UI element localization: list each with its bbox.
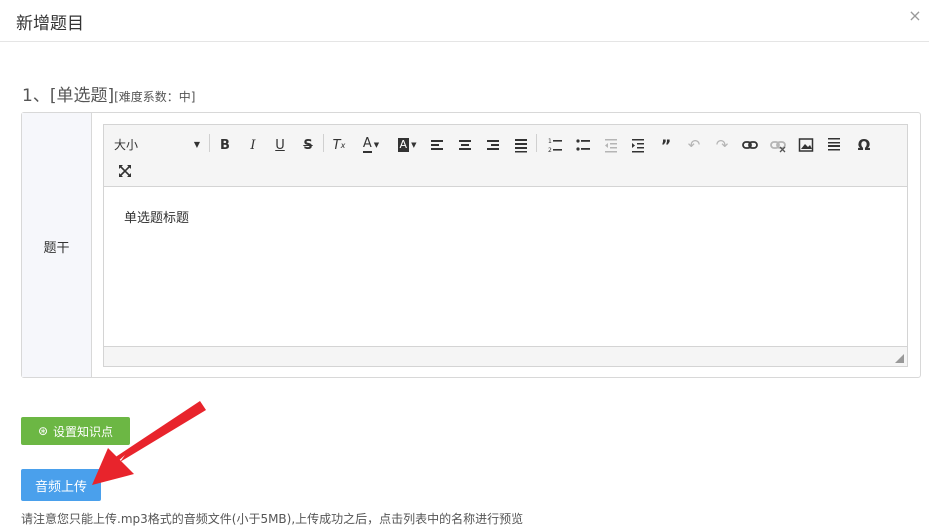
font-size-select[interactable]: 大小 ▼ xyxy=(114,134,204,156)
audio-upload-label: 音频上传 xyxy=(34,479,87,495)
strikethrough-icon[interactable]: S xyxy=(298,134,318,156)
align-left-icon[interactable] xyxy=(429,134,445,156)
image-icon[interactable] xyxy=(798,134,814,156)
indent-icon[interactable] xyxy=(630,134,646,156)
svg-text:2: 2 xyxy=(548,147,552,154)
close-icon[interactable]: × xyxy=(907,8,923,24)
question-stem-form: 题干 大小 ▼ B I U S Tx A ▼ A ▼ 12 ” ↶ ↷ Ω 单选… xyxy=(21,112,921,378)
outdent-icon[interactable] xyxy=(603,134,619,156)
font-size-label: 大小 xyxy=(114,138,139,152)
editor-toolbar: 大小 ▼ B I U S Tx A ▼ A ▼ 12 ” ↶ ↷ Ω xyxy=(104,125,907,187)
special-char-icon[interactable]: Ω xyxy=(855,134,873,156)
blockquote-icon[interactable]: ” xyxy=(657,134,675,156)
bullet-list-icon[interactable] xyxy=(575,134,591,156)
set-knowledge-point-button[interactable]: ⊛ 设置知识点 xyxy=(21,417,130,445)
ordered-list-icon[interactable]: 12 xyxy=(547,134,563,156)
question-title: 1、[单选题][难度系数：中] xyxy=(22,81,195,106)
toolbar-divider xyxy=(536,134,537,152)
question-number-type: 1、[单选题] xyxy=(22,86,115,106)
set-knowledge-point-label: 设置知识点 xyxy=(53,424,114,439)
redo-icon[interactable]: ↷ xyxy=(713,134,731,156)
fullscreen-icon[interactable] xyxy=(117,160,133,182)
clear-format-icon[interactable]: Tx xyxy=(328,134,350,156)
align-right-icon[interactable] xyxy=(485,134,501,156)
dialog-header: 新增题目 × xyxy=(0,0,929,42)
horizontal-rule-icon[interactable] xyxy=(826,134,842,156)
link-icon[interactable] xyxy=(741,134,759,156)
underline-icon[interactable]: U xyxy=(270,134,290,156)
font-color-icon[interactable]: A ▼ xyxy=(356,134,386,156)
toolbar-divider xyxy=(209,134,210,152)
audio-upload-button[interactable]: 音频上传 xyxy=(21,469,101,501)
align-center-icon[interactable] xyxy=(457,134,473,156)
align-justify-icon[interactable] xyxy=(513,134,529,156)
stem-label-cell: 题干 xyxy=(22,113,92,377)
editor-content[interactable]: 单选题标题 xyxy=(124,207,189,226)
bold-icon[interactable]: B xyxy=(215,134,235,156)
highlight-icon[interactable]: A ▼ xyxy=(392,134,422,156)
difficulty-label: [难度系数：中] xyxy=(114,90,196,104)
editor-statusbar xyxy=(104,346,907,366)
toolbar-divider xyxy=(323,134,324,152)
italic-icon[interactable]: I xyxy=(243,134,263,156)
undo-icon[interactable]: ↶ xyxy=(685,134,703,156)
rich-text-editor[interactable]: 大小 ▼ B I U S Tx A ▼ A ▼ 12 ” ↶ ↷ Ω 单选题标题 xyxy=(103,124,908,367)
unlink-icon[interactable] xyxy=(769,134,787,156)
upload-note: 请注意您只能上传.mp3格式的音频文件(小于5MB),上传成功之后，点击列表中的… xyxy=(21,512,524,526)
svg-text:1: 1 xyxy=(548,138,552,145)
resize-handle-icon[interactable] xyxy=(895,354,904,363)
chevron-down-icon: ▼ xyxy=(193,140,200,149)
stem-label: 题干 xyxy=(43,241,70,256)
knowledge-point-icon: ⊛ xyxy=(37,424,49,438)
dialog-title: 新增题目 xyxy=(16,14,84,34)
